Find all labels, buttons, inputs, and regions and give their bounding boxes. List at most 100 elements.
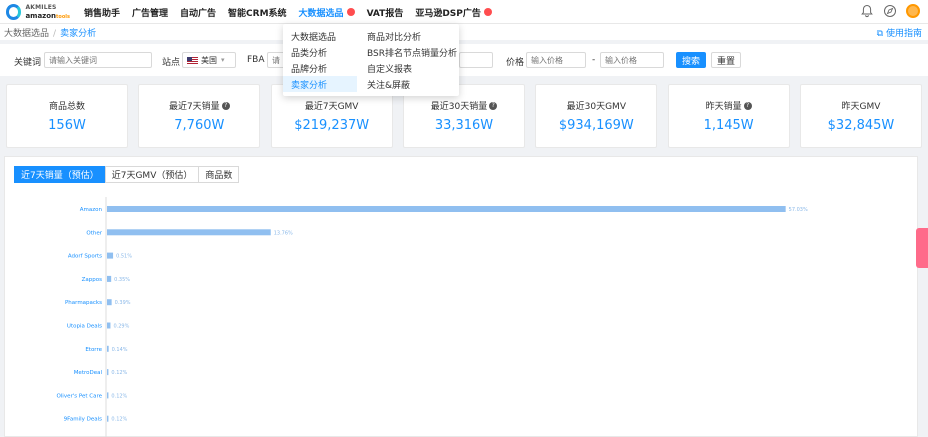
menu-item-category-analysis[interactable]: 品类分析 [283, 44, 357, 60]
tab-label: 近7天销量（预估） [21, 171, 99, 181]
stat-card-total-products: 商品总数 156W [6, 84, 128, 148]
bar[interactable] [107, 392, 109, 399]
reset-button-label: 重置 [716, 56, 735, 67]
bar[interactable] [107, 322, 111, 329]
nav-dsp[interactable]: 亚马逊DSP广告 [415, 6, 492, 19]
data-label: 0.39% [115, 300, 131, 306]
data-label: 0.29% [113, 324, 129, 330]
data-label: 0.12% [111, 370, 127, 376]
tab-label: 商品数 [205, 171, 233, 181]
big-data-dropdown-menu: 大数据选品 品类分析 品牌分析 卖家分析 商品对比分析 BSR排名节点销量分析 … [283, 24, 459, 96]
bar[interactable] [107, 275, 112, 282]
chart-panel: 近7天销量（预估） 近7天GMV（预估） 商品数 Amazon 57.03% Oth… [4, 156, 918, 437]
tab-product-count[interactable]: 商品数 [198, 166, 240, 183]
tab-7day-sales[interactable]: 近7天销量（预估） [14, 166, 106, 183]
menu-item-label: 商品对比分析 [367, 32, 422, 43]
reset-button[interactable]: 重置 [711, 52, 741, 68]
nav-label: 自动广告 [180, 8, 217, 19]
nav-crm[interactable]: 智能CRM系统 [228, 6, 287, 19]
help-guide-label: 使用指南 [885, 29, 922, 39]
hot-icon [483, 8, 492, 16]
bar[interactable] [107, 345, 109, 352]
breadcrumb: 大数据选品 / 卖家分析 [4, 26, 96, 39]
logo-mark-icon [6, 4, 22, 20]
compass-icon[interactable] [883, 4, 897, 18]
category-label: Oliver's Pet Care [56, 393, 102, 399]
menu-item-bsr-node-sales[interactable]: BSR排名节点销量分析 [359, 44, 459, 60]
nav-big-data[interactable]: 大数据选品 [299, 6, 355, 19]
stat-value: 33,316W [434, 118, 494, 133]
menu-item-custom-report[interactable]: 自定义报表 [359, 60, 459, 76]
search-button-label: 搜索 [681, 56, 700, 67]
nav-label: 广告管理 [132, 8, 169, 19]
stat-value: $934,169W [558, 118, 634, 133]
menu-item-big-data-selection[interactable]: 大数据选品 [283, 28, 357, 44]
data-label: 57.03% [789, 207, 808, 213]
logo-amazon: amazon [25, 11, 57, 20]
menu-item-label: 品类分析 [291, 48, 328, 59]
logo-tools: tools [56, 13, 70, 20]
bar[interactable] [107, 206, 786, 212]
keyword-input[interactable] [44, 52, 152, 68]
breadcrumb-current: 卖家分析 [60, 29, 97, 39]
menu-item-label: 大数据选品 [291, 32, 337, 43]
logo[interactable]: AKMILES amazontools [6, 2, 70, 22]
feedback-side-tab[interactable] [916, 228, 928, 268]
stat-card-7day-sales: 最近7天销量? 7,760W [138, 84, 261, 148]
price-min-input[interactable] [526, 52, 586, 68]
menu-item-seller-analysis[interactable]: 卖家分析 [283, 76, 357, 92]
bar[interactable] [107, 299, 112, 306]
stat-value: 7,760W [174, 118, 225, 133]
menu-item-brand-analysis[interactable]: 品牌分析 [283, 60, 357, 76]
question-icon[interactable]: ? [489, 101, 498, 110]
price-max-input[interactable] [600, 52, 664, 68]
menu-item-follow-block[interactable]: 关注&屏蔽 [359, 76, 459, 92]
question-icon[interactable]: ? [743, 101, 752, 110]
bar[interactable] [107, 229, 271, 236]
bar[interactable] [107, 252, 114, 259]
question-icon[interactable]: ? [221, 101, 230, 110]
data-label: 13.76% [274, 230, 293, 236]
menu-item-label: BSR排名节点销量分析 [367, 48, 457, 59]
data-label: 0.12% [111, 393, 127, 399]
menu-item-product-compare[interactable]: 商品对比分析 [359, 28, 459, 44]
stat-value: $32,845W [827, 118, 895, 133]
hidden-filter-input[interactable] [459, 52, 493, 68]
filter-bar: 关键词 站点 美国 ▾ FBA 价格 - 搜索 重置 [0, 44, 928, 76]
avatar[interactable] [906, 4, 920, 18]
fba-label: FBA [247, 55, 265, 65]
stat-label: 商品总数 [48, 102, 85, 112]
site-select[interactable]: 美国 ▾ [182, 52, 236, 68]
nav-label: 亚马逊DSP广告 [415, 8, 481, 19]
category-label: Adorf Sports [68, 254, 102, 260]
stat-cards: 商品总数 156W 最近7天销量? 7,760W 最近7天GMV $219,23… [6, 84, 922, 148]
help-guide-link[interactable]: ⧉ 使用指南 [877, 26, 922, 39]
nav-ad-management[interactable]: 广告管理 [132, 6, 168, 19]
menu-item-label: 卖家分析 [291, 80, 328, 91]
seller-share-chart: Amazon 57.03% Other 13.76% Adorf Sports 0.51%… [56, 197, 808, 437]
search-button[interactable]: 搜索 [676, 52, 706, 68]
nav-auto-ads[interactable]: 自动广告 [180, 6, 216, 19]
keyword-label: 关键词 [14, 58, 42, 68]
category-label: Pharmapacks [65, 300, 102, 306]
menu-item-label: 关注&屏蔽 [367, 80, 411, 91]
tab-7day-gmv[interactable]: 近7天GMV（预估） [104, 166, 200, 183]
category-label: MetroDeal [74, 370, 103, 376]
stat-card-yesterday-sales: 昨天销量? 1,145W [667, 84, 790, 148]
category-label: Utopia Deals [67, 324, 102, 330]
help-icon: ⧉ [876, 29, 884, 39]
breadcrumb-parent[interactable]: 大数据选品 [4, 29, 49, 39]
stat-label: 最近7天GMV [304, 102, 359, 112]
data-label: 0.12% [111, 417, 127, 423]
nav-sales-assistant[interactable]: 销售助手 [84, 6, 120, 19]
nav-vat[interactable]: VAT报告 [367, 6, 404, 19]
hot-icon [346, 8, 355, 16]
bell-icon[interactable] [860, 4, 874, 18]
menu-item-label: 品牌分析 [291, 64, 328, 75]
category-label: Etorre [85, 347, 102, 353]
price-label: 价格 [506, 58, 525, 68]
tab-label: 近7天GMV（预估） [111, 171, 193, 181]
bar[interactable] [107, 415, 109, 422]
bar[interactable] [107, 369, 109, 376]
site-value: 美国 [201, 55, 217, 65]
